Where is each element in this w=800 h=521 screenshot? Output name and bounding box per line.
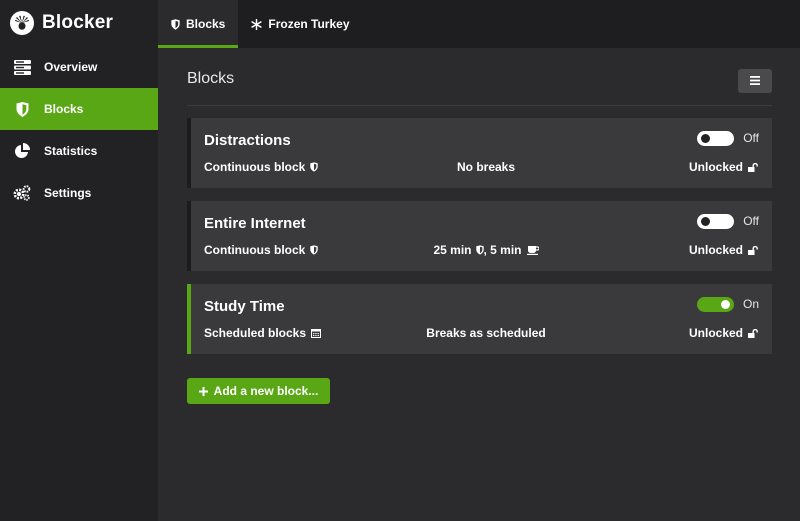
shield-icon — [475, 245, 484, 255]
block-lock-status: Unlocked — [689, 160, 758, 174]
divider — [187, 105, 772, 106]
sidebar-item-label: Blocks — [44, 102, 84, 116]
page-title: Blocks — [187, 70, 235, 87]
server-icon — [13, 58, 31, 76]
block-breaks: No breaks — [371, 160, 601, 174]
block-card-study-time[interactable]: Study Time On Scheduled blocks Breaks as… — [187, 284, 772, 354]
tab-blocks[interactable]: Blocks — [158, 0, 239, 48]
block-toggle[interactable] — [697, 297, 734, 312]
block-card-distractions[interactable]: Distractions Off Continuous block No bre… — [187, 118, 772, 188]
block-mode-text: Continuous block — [204, 160, 306, 174]
toggle-label: On — [742, 297, 759, 311]
block-name: Entire Internet — [204, 215, 306, 232]
breaks-text: Breaks as scheduled — [426, 326, 546, 340]
calendar-icon — [311, 328, 322, 338]
block-mode: Scheduled blocks — [204, 326, 322, 340]
snowflake-icon — [251, 18, 262, 30]
toggle-knob — [701, 217, 710, 226]
turkey-logo-icon — [10, 11, 34, 35]
sidebar-item-statistics[interactable]: Statistics — [0, 130, 158, 172]
block-mode-text: Scheduled blocks — [204, 326, 307, 340]
sidebar-item-label: Settings — [44, 186, 92, 200]
tab-frozen-turkey[interactable]: Frozen Turkey — [238, 0, 362, 48]
block-lock-status: Unlocked — [689, 243, 758, 257]
hamburger-icon — [750, 72, 760, 90]
toggle-knob — [701, 134, 710, 143]
breaks-work-text: 25 min — [433, 243, 472, 257]
lock-text: Unlocked — [688, 160, 743, 174]
sidebar-item-label: Overview — [44, 60, 98, 74]
unlock-icon — [748, 328, 758, 338]
breaks-text: No breaks — [456, 160, 516, 174]
lock-text: Unlocked — [688, 243, 743, 257]
pie-chart-icon — [13, 142, 31, 160]
plus-icon — [198, 383, 208, 399]
tab-label: Frozen Turkey — [268, 17, 350, 31]
lock-text: Unlocked — [688, 326, 743, 340]
block-lock-status: Unlocked — [689, 326, 758, 340]
coffee-icon — [526, 245, 539, 255]
breaks-separator: , — [483, 243, 491, 257]
block-toggle[interactable] — [697, 214, 734, 229]
toggle-label: Off — [743, 131, 759, 145]
block-toggle[interactable] — [697, 131, 734, 146]
block-breaks: Breaks as scheduled — [371, 326, 601, 340]
menu-button[interactable] — [738, 69, 772, 93]
tab-label: Blocks — [186, 17, 226, 31]
block-card-entire-internet[interactable]: Entire Internet Off Continuous block 25 … — [187, 201, 772, 271]
toggle-knob — [721, 300, 730, 309]
app-title: Blocker — [42, 12, 114, 33]
block-mode: Continuous block — [204, 160, 319, 174]
main-content: Blocks Distractions Off Continuous block… — [158, 48, 800, 521]
shield-icon — [310, 245, 319, 255]
shield-icon — [310, 162, 319, 172]
block-mode-text: Continuous block — [204, 243, 306, 257]
brand: Blocker — [0, 0, 158, 46]
breaks-rest-text: 5 min — [490, 243, 522, 257]
sidebar-item-overview[interactable]: Overview — [0, 46, 158, 88]
unlock-icon — [748, 245, 758, 255]
toggle-label: Off — [743, 214, 759, 228]
tab-bar: Blocks Frozen Turkey — [158, 0, 800, 48]
block-breaks: 25 min , 5 min — [371, 243, 601, 257]
block-name: Study Time — [204, 298, 285, 315]
sidebar: Blocker Overview Blocks Statistics Setti… — [0, 0, 158, 521]
unlock-icon — [748, 162, 758, 172]
shield-icon — [171, 18, 180, 30]
sidebar-item-label: Statistics — [44, 144, 98, 158]
block-mode: Continuous block — [204, 243, 319, 257]
add-block-label: Add a new block... — [213, 384, 319, 398]
add-block-button[interactable]: Add a new block... — [187, 378, 330, 404]
block-name: Distractions — [204, 132, 291, 149]
sidebar-item-settings[interactable]: Settings — [0, 172, 158, 214]
shield-icon — [13, 100, 31, 118]
cogs-icon — [13, 184, 31, 202]
sidebar-item-blocks[interactable]: Blocks — [0, 88, 158, 130]
